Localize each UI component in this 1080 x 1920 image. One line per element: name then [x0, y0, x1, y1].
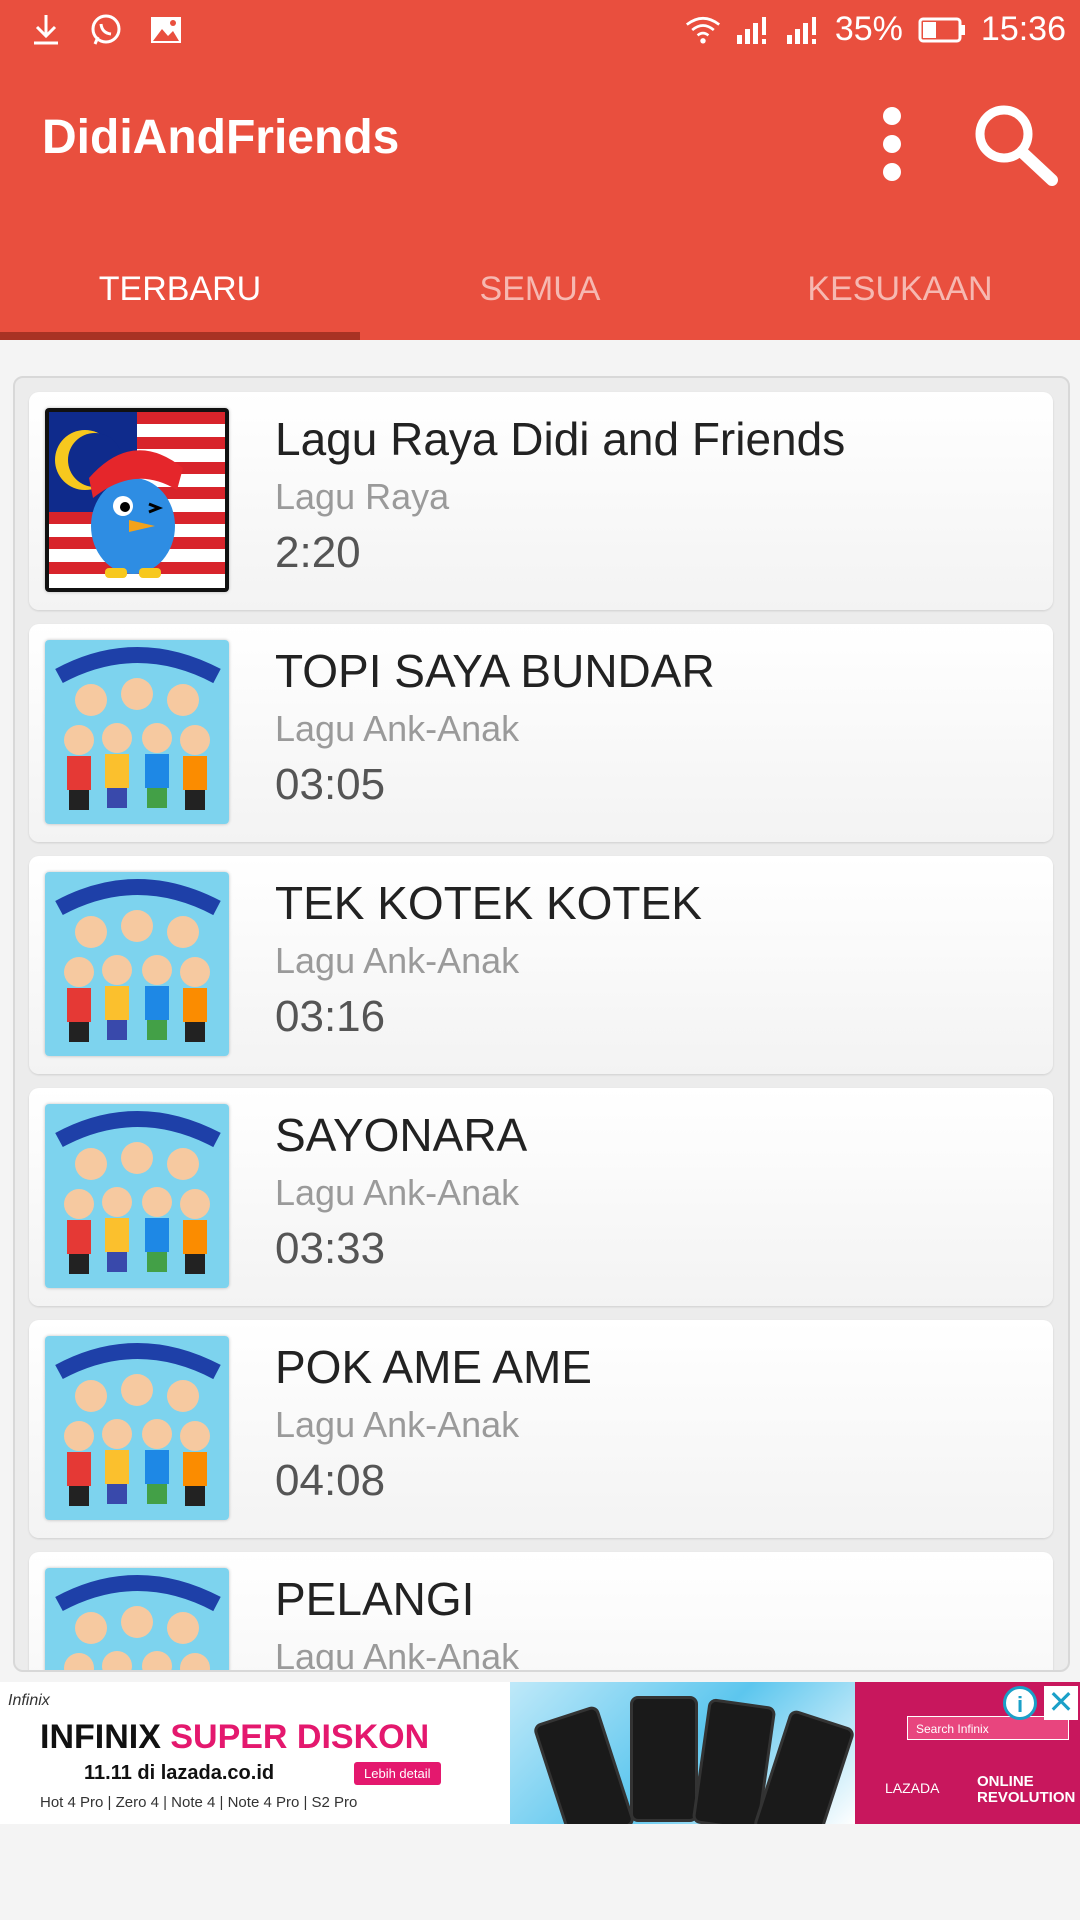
ad-headline: INFINIX SUPER DISKON: [40, 1718, 430, 1756]
song-item[interactable]: Lagu Raya Didi and Friends Lagu Raya 2:2…: [29, 392, 1053, 610]
song-duration: 03:16: [275, 992, 386, 1041]
ad-revolution: ONLINE REVOLUTION: [977, 1773, 1076, 1806]
song-list[interactable]: Lagu Raya Didi and Friends Lagu Raya 2:2…: [13, 376, 1070, 1672]
song-category: Lagu Ank-Anak: [275, 1404, 520, 1445]
song-thumbnail: [45, 640, 229, 824]
song-item[interactable]: PELANGI Lagu Ank-Anak: [29, 1552, 1053, 1672]
song-title: SAYONARA: [275, 1109, 528, 1161]
ad-cta-button[interactable]: Lebih detail: [354, 1762, 441, 1785]
song-item[interactable]: TEK KOTEK KOTEK Lagu Ank-Anak 03:16: [29, 856, 1053, 1074]
ad-brand: Infinix: [8, 1692, 50, 1709]
search-icon: [975, 105, 1058, 186]
battery-icon: [917, 12, 967, 48]
song-thumbnail: [45, 872, 229, 1056]
song-duration: 2:20: [275, 528, 361, 577]
song-item[interactable]: TOPI SAYA BUNDAR Lagu Ank-Anak 03:05: [29, 624, 1053, 842]
song-thumbnail: [45, 408, 229, 592]
clock: 15:36: [980, 10, 1066, 48]
download-icon: [28, 12, 64, 48]
song-title: TOPI SAYA BUNDAR: [275, 645, 715, 697]
song-item[interactable]: POK AME AME Lagu Ank-Anak 04:08: [29, 1320, 1053, 1538]
app-title: DidiAndFriends: [42, 111, 400, 164]
search-button[interactable]: [970, 100, 1060, 190]
signal-icon: [785, 12, 821, 48]
song-category: Lagu Ank-Anak: [275, 708, 520, 749]
song-duration: 03:33: [275, 1224, 386, 1273]
song-title: Lagu Raya Didi and Friends: [275, 413, 846, 465]
song-category: Lagu Ank-Anak: [275, 940, 520, 981]
battery-percent: 35%: [834, 10, 903, 48]
song-category: Lagu Ank-Anak: [275, 1172, 520, 1213]
ad-models: Hot 4 Pro | Zero 4 | Note 4 | Note 4 Pro…: [40, 1794, 358, 1811]
tab-kesukaan[interactable]: KESUKAAN: [720, 248, 1080, 340]
song-duration: 04:08: [275, 1456, 386, 1505]
tab-terbaru[interactable]: TERBARU: [0, 248, 360, 340]
whatsapp-icon: [88, 12, 124, 48]
ad-lazada-logo: LAZADA: [885, 1780, 940, 1796]
song-title: POK AME AME: [275, 1341, 592, 1393]
status-bar: 35% 15:36: [0, 0, 1080, 64]
ad-image: [510, 1682, 856, 1824]
song-thumbnail: [45, 1336, 229, 1520]
ad-close-icon[interactable]: ✕: [1044, 1686, 1078, 1720]
more-vert-icon: [883, 107, 901, 181]
song-category: Lagu Ank-Anak: [275, 1636, 520, 1672]
song-thumbnail: [45, 1568, 229, 1670]
ad-info-icon[interactable]: i: [1003, 1686, 1037, 1720]
song-thumbnail: [45, 1104, 229, 1288]
ad-banner[interactable]: Infinix INFINIX SUPER DISKON 11.11 di la…: [0, 1682, 1080, 1824]
song-title: PELANGI: [275, 1573, 475, 1625]
image-icon: [148, 12, 184, 48]
tab-bar: TERBARU SEMUA KESUKAAN: [0, 248, 1080, 340]
song-item[interactable]: SAYONARA Lagu Ank-Anak 03:33: [29, 1088, 1053, 1306]
song-title: TEK KOTEK KOTEK: [275, 877, 702, 929]
more-options-button[interactable]: [862, 94, 922, 194]
song-category: Lagu Raya: [275, 476, 450, 517]
tab-semua[interactable]: SEMUA: [360, 248, 720, 340]
wifi-icon: [685, 12, 721, 48]
app-bar: DidiAndFriends TERBARU SEMUA KESUKAAN: [0, 64, 1080, 340]
signal-icon: [735, 12, 771, 48]
ad-subtitle: 11.11 di lazada.co.id: [84, 1762, 275, 1784]
song-duration: 03:05: [275, 760, 386, 809]
